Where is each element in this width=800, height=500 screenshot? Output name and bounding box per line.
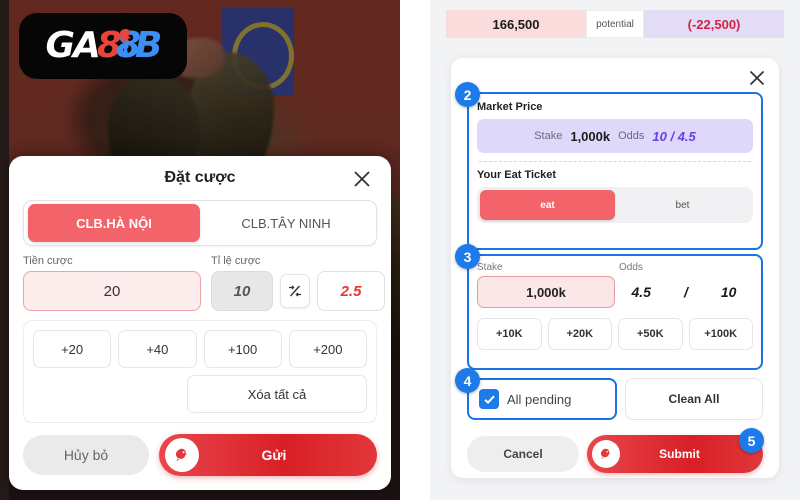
quick-amount-button[interactable]: +20K [547,318,612,350]
left-screenshot-panel: GA 8 8 B Đặt cược CLB.HÀ NỘI CLB.TÂY NIN… [0,0,400,500]
quick-amount-button[interactable]: +100K [688,318,753,350]
market-odds-key: Odds [618,130,645,142]
clean-all-button[interactable]: Clean All [625,378,763,420]
right-screenshot-panel: 166,500 potential (-22,500) Market Price… [430,0,800,500]
odds-label: Tỉ lệ cược [211,255,261,267]
left-edge-strip [0,0,9,500]
panel-divider [400,0,430,500]
clear-all-row: Xóa tất cả [33,375,367,413]
market-price-section: Market Price Stake 1,000k Odds 10 / 4.5 … [467,92,763,250]
close-glyph [749,70,765,86]
odds-left-input[interactable]: 10 [211,271,273,311]
rooster-icon [119,29,131,58]
rooster-icon [165,438,199,472]
quick-amount-button[interactable]: +100 [203,330,282,368]
all-pending-label: All pending [507,391,572,407]
stake-label: Tiền cược [23,255,73,267]
bet-fields-row: Tiền cược 20 Tỉ lệ cược 10 2.5 [23,255,385,311]
market-odds-value: 10 / 4.5 [652,128,696,144]
quick-amount-button[interactable]: +50K [618,318,683,350]
stake-odds-section: Stake Odds 1,000k 4.5 / 10 +10K +20K +50… [467,254,763,370]
quick-amount-button[interactable]: +10K [477,318,542,350]
market-price-chip: Stake 1,000k Odds 10 / 4.5 [477,119,753,153]
place-bet-dialog: Đặt cược CLB.HÀ NỘI CLB.TÂY NINH Tiền cư… [9,156,391,490]
bet-option[interactable]: bet [615,190,750,220]
odds-label: Odds [619,262,643,273]
logo-b-text: B [135,25,162,66]
check-icon [479,389,499,409]
quick-amount-button[interactable]: +40 [118,330,197,368]
team-selector[interactable]: CLB.HÀ NỘI CLB.TÂY NINH [23,200,377,246]
swap-glyph [289,285,301,297]
stake-label: Stake [477,262,503,273]
quick-amount-panel: +20 +40 +100 +200 Xóa tất cả [23,320,377,423]
rooster-glyph [596,444,616,464]
quick-amount-row: +10K +20K +50K +100K [469,308,761,350]
market-price-label: Market Price [477,101,543,113]
step-badge-2: 2 [455,82,480,107]
step-badge-4: 4 [455,368,480,393]
market-stake-value: 1,000k [570,128,611,144]
odds-right-input[interactable]: 2.5 [317,271,385,311]
odds-separator: / [683,284,688,300]
summary-negative-value: (-22,500) [644,10,784,38]
bet-sheet-dialog: Market Price Stake 1,000k Odds 10 / 4.5 … [451,58,779,478]
odds-right-value: 10 [720,284,737,300]
all-pending-checkbox[interactable]: All pending [467,378,617,420]
summary-positive-value: 166,500 [446,10,586,38]
quick-amount-button[interactable]: +20 [33,330,112,368]
your-eat-ticket-label: Your Eat Ticket [477,169,557,181]
team-option-home[interactable]: CLB.HÀ NỘI [28,204,200,242]
sheet-actions: Cancel Submit [467,434,763,474]
close-icon[interactable] [745,66,769,90]
rooster-icon [592,440,620,468]
stake-field-group: Tiền cược 20 [23,255,201,311]
submit-button[interactable]: Gửi [159,434,377,476]
odds-controls: 10 2.5 [211,271,385,311]
stake-input[interactable]: 20 [23,271,201,311]
odds-display: 4.5 / 10 [615,284,753,300]
close-icon[interactable] [349,166,375,192]
submit-button-label: Gửi [261,447,287,463]
odds-field-group: Tỉ lệ cược 10 2.5 [211,255,385,311]
rooster-glyph [171,444,193,466]
potential-summary-bar: 166,500 potential (-22,500) [446,10,784,38]
brand-logo-text: GA 8 8 B [45,25,163,66]
swap-odds-icon[interactable] [280,274,310,308]
stake-odds-row: 1,000k 4.5 / 10 [469,273,761,308]
submit-button[interactable]: Submit [587,435,763,473]
eat-bet-selector[interactable]: eat bet [477,187,753,223]
dialog-header: Đặt cược [23,156,377,200]
dialog-actions: Hủy bỏ Gửi [23,434,377,476]
cancel-button[interactable]: Hủy bỏ [23,435,149,475]
odds-left-value: 4.5 [631,284,651,300]
stake-input[interactable]: 1,000k [477,276,615,308]
pending-actions-row: All pending Clean All [467,378,763,420]
check-glyph [483,395,495,404]
brand-logo: GA 8 8 B [19,13,187,79]
cancel-button[interactable]: Cancel [467,436,579,472]
logo-ga-text: GA [45,25,101,66]
market-stake-key: Stake [534,130,563,142]
quick-amount-row: +20 +40 +100 +200 [33,330,367,368]
submit-button-label: Submit [659,447,700,461]
step-badge-5: 5 [739,428,764,453]
summary-potential-label: potential [586,10,644,38]
stake-odds-labels: Stake Odds [469,256,761,273]
team-option-away[interactable]: CLB.TÂY NINH [200,204,372,242]
eat-option[interactable]: eat [480,190,615,220]
right-panel-surface: 166,500 potential (-22,500) Market Price… [438,0,792,500]
close-glyph [354,171,370,187]
page-title: Đặt cược [164,169,236,186]
clear-all-button[interactable]: Xóa tất cả [187,375,367,413]
quick-amount-button[interactable]: +200 [288,330,367,368]
step-badge-3: 3 [455,244,480,269]
